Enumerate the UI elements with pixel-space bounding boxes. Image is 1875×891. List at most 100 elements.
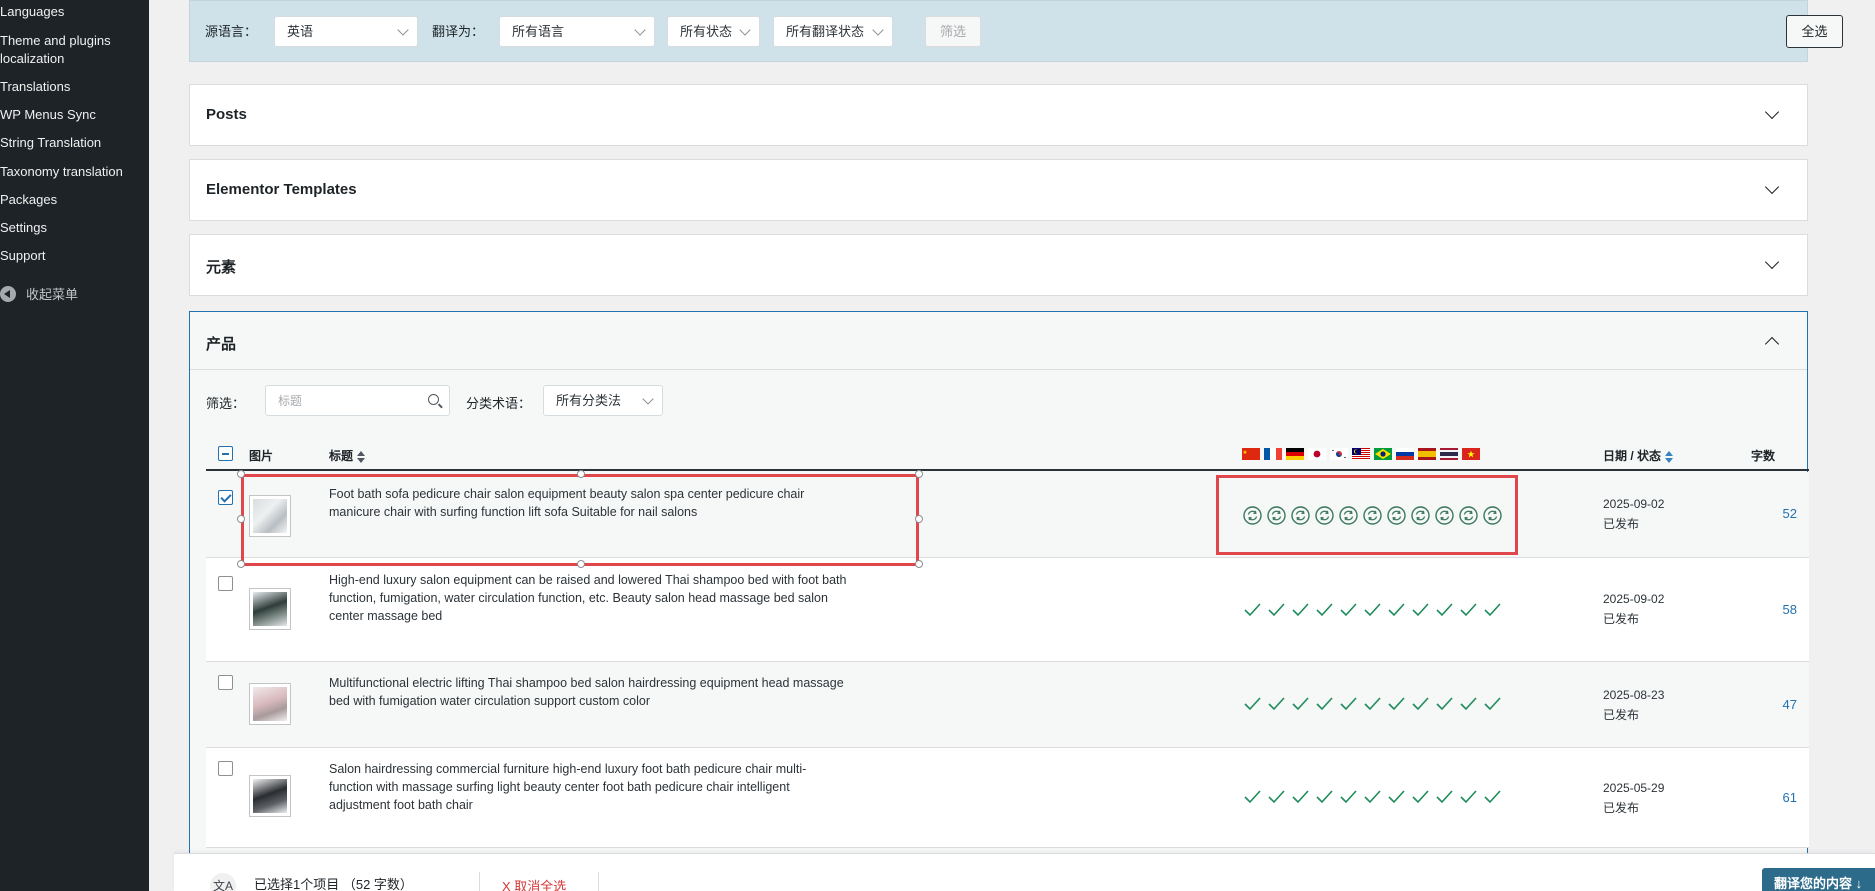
check-icon[interactable] <box>1386 599 1407 620</box>
row-date: 2025-09-02 <box>1603 497 1665 511</box>
sidebar-item-string-translation[interactable]: String Translation <box>0 134 149 152</box>
table-row[interactable]: Multifunctional electric lifting Thai sh… <box>206 662 1809 748</box>
check-icon[interactable] <box>1242 786 1263 807</box>
sidebar-item-localization[interactable]: localization <box>0 50 149 68</box>
search-icon[interactable] <box>428 394 439 405</box>
check-icon[interactable] <box>1362 786 1383 807</box>
chevron-down-icon <box>739 24 751 36</box>
resize-handle[interactable] <box>577 560 585 568</box>
sidebar-item-support[interactable]: Support <box>0 247 149 265</box>
sidebar-item-wp-menus-sync[interactable]: WP Menus Sync <box>0 106 149 124</box>
check-icon[interactable] <box>1266 599 1287 620</box>
taxonomy-select[interactable]: 所有分类法 <box>543 385 663 416</box>
chevron-up-icon[interactable] <box>1764 336 1780 352</box>
row-status: 已发布 <box>1603 801 1640 815</box>
select-all-button[interactable]: 全选 <box>1786 15 1843 48</box>
check-icon[interactable] <box>1362 693 1383 714</box>
check-icon[interactable] <box>1434 786 1455 807</box>
resize-handle[interactable] <box>237 515 245 523</box>
sidebar-item-translations[interactable]: Translations <box>0 78 149 96</box>
row-checkbox[interactable] <box>218 761 233 776</box>
section-title: 产品 <box>206 336 237 353</box>
row-word-count[interactable]: 58 <box>1783 602 1797 617</box>
resize-handle[interactable] <box>915 470 923 478</box>
resize-handle[interactable] <box>237 560 245 568</box>
row-date: 2025-09-02 <box>1603 592 1665 606</box>
check-icon[interactable] <box>1242 599 1263 620</box>
table-row[interactable]: Salon hairdressing commercial furniture … <box>206 748 1809 848</box>
select-all-checkbox[interactable] <box>218 446 233 461</box>
table-row[interactable]: High-end luxury salon equipment can be r… <box>206 558 1809 662</box>
check-icon[interactable] <box>1482 786 1503 807</box>
product-title[interactable]: Multifunctional electric lifting Thai sh… <box>329 674 849 710</box>
source-language-select[interactable]: 英语 <box>274 16 418 47</box>
resize-handle[interactable] <box>915 560 923 568</box>
translation-status-select[interactable]: 所有翻译状态 <box>773 16 893 47</box>
check-icon[interactable] <box>1314 786 1335 807</box>
check-icon[interactable] <box>1458 786 1479 807</box>
row-checkbox[interactable] <box>218 675 233 690</box>
title-search-input[interactable] <box>266 386 416 415</box>
check-icon[interactable] <box>1290 599 1311 620</box>
check-icon[interactable] <box>1338 599 1359 620</box>
admin-sidebar: Languages Theme and plugins localization… <box>0 0 149 891</box>
check-icon[interactable] <box>1482 693 1503 714</box>
check-icon[interactable] <box>1410 693 1431 714</box>
row-word-count[interactable]: 52 <box>1783 506 1797 521</box>
check-icon[interactable] <box>1314 693 1335 714</box>
check-icon[interactable] <box>1242 693 1263 714</box>
column-date-sort[interactable]: 日期 / 状态 <box>1603 447 1674 464</box>
target-language-value: 所有语言 <box>512 24 565 39</box>
section-title: Posts <box>206 106 247 123</box>
check-icon[interactable] <box>1290 693 1311 714</box>
check-icon[interactable] <box>1434 693 1455 714</box>
sidebar-item-packages[interactable]: Packages <box>0 191 149 209</box>
language-flags <box>1242 448 1480 460</box>
resize-handle[interactable] <box>237 470 245 478</box>
collapse-menu-button[interactable]: 收起菜单 <box>0 284 78 303</box>
status-select[interactable]: 所有状态 <box>667 16 760 47</box>
check-icon[interactable] <box>1458 693 1479 714</box>
column-image: 图片 <box>249 449 274 463</box>
product-title[interactable]: Salon hairdressing commercial furniture … <box>329 760 849 814</box>
check-icon[interactable] <box>1458 599 1479 620</box>
check-icon[interactable] <box>1266 693 1287 714</box>
target-language-select[interactable]: 所有语言 <box>499 16 655 47</box>
check-icon[interactable] <box>1386 693 1407 714</box>
check-icon[interactable] <box>1434 599 1455 620</box>
column-words: 字数 <box>1751 449 1776 463</box>
check-icon[interactable] <box>1410 786 1431 807</box>
product-title[interactable]: High-end luxury salon equipment can be r… <box>329 571 849 625</box>
filter-button[interactable]: 筛选 <box>925 16 981 47</box>
table-header: 图片 标题 日期 / 状态 字数 <box>206 435 1809 471</box>
check-icon[interactable] <box>1266 786 1287 807</box>
column-title-sort[interactable]: 标题 <box>329 447 366 464</box>
check-icon[interactable] <box>1482 599 1503 620</box>
check-icon[interactable] <box>1338 693 1359 714</box>
check-icon[interactable] <box>1338 786 1359 807</box>
row-word-count[interactable]: 47 <box>1783 697 1797 712</box>
row-date-status: 2025-08-23 已发布 <box>1603 685 1664 725</box>
check-icon[interactable] <box>1362 599 1383 620</box>
row-word-count[interactable]: 61 <box>1783 790 1797 805</box>
taxonomy-label: 分类术语： <box>466 396 532 411</box>
sidebar-item-taxonomy-translation[interactable]: Taxonomy translation <box>0 163 149 181</box>
section-elementor-templates[interactable]: Elementor Templates <box>189 159 1808 221</box>
check-icon[interactable] <box>1410 599 1431 620</box>
section-posts[interactable]: Posts <box>189 84 1808 146</box>
check-icon[interactable] <box>1314 599 1335 620</box>
translate-content-button[interactable]: 翻译您的内容 ↓ <box>1762 868 1875 891</box>
source-language-value: 英语 <box>287 24 314 39</box>
resize-handle[interactable] <box>577 470 585 478</box>
section-elements[interactable]: 元素 <box>189 234 1808 296</box>
sidebar-item-theme-plugins[interactable]: Theme and plugins <box>0 32 149 50</box>
row-checkbox[interactable] <box>218 490 233 505</box>
check-icon[interactable] <box>1290 786 1311 807</box>
sidebar-item-languages[interactable]: Languages <box>0 3 149 21</box>
check-icon[interactable] <box>1386 786 1407 807</box>
section-divider <box>190 369 1807 370</box>
resize-handle[interactable] <box>915 515 923 523</box>
row-checkbox[interactable] <box>218 576 233 591</box>
deselect-all-button[interactable]: X 取消全选 <box>502 876 566 891</box>
sidebar-item-settings[interactable]: Settings <box>0 219 149 237</box>
